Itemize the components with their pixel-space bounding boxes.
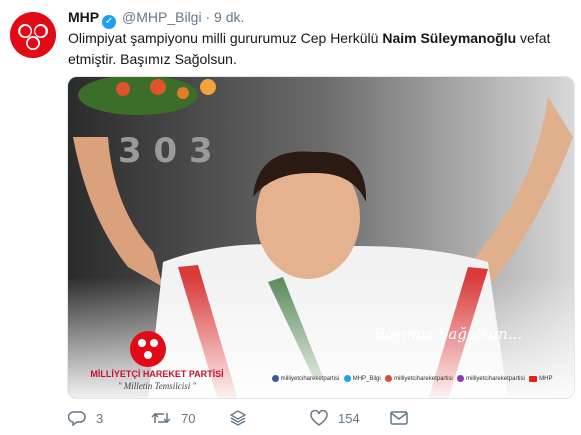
tweet-text: Olimpiyat şampiyonu milli gururumuz Cep …	[68, 28, 568, 70]
retweet-icon	[151, 412, 171, 424]
facebook-icon	[272, 375, 279, 382]
tweet-card[interactable]: MHP ✓ @MHP_Bilgi · 9 dk. Olimpiyat şampiy…	[0, 0, 581, 435]
reply-count: 3	[96, 410, 104, 426]
social-label: milliyetcihareketpartisi	[466, 376, 525, 383]
envelope-icon	[390, 411, 408, 425]
retweet-button[interactable]: 70	[151, 408, 195, 428]
tweet-text-before: Olimpiyat şampiyonu milli gururumuz Cep …	[68, 30, 383, 46]
heart-icon	[310, 410, 328, 426]
social-label: milliyetcihareketpartisi	[394, 376, 453, 383]
like-button[interactable]: 154	[310, 408, 360, 428]
tweet-header: MHP ✓ @MHP_Bilgi · 9 dk.	[68, 8, 244, 29]
mhp-logo-icon	[10, 12, 56, 58]
social-label: MHP_Bilgi	[352, 376, 381, 383]
googleplus-icon	[385, 375, 393, 382]
author-avatar[interactable]	[10, 12, 56, 58]
author-name[interactable]: MHP	[68, 9, 99, 25]
tweet-timestamp[interactable]: 9 dk.	[214, 9, 244, 25]
direct-message-button[interactable]	[390, 408, 418, 428]
party-slogan: " Milletin Temsilcisi "	[117, 381, 197, 391]
reply-button[interactable]: 3	[68, 408, 103, 428]
like-count: 154	[338, 410, 360, 426]
stack-icon	[230, 410, 246, 426]
tweet-media-image[interactable]: 3 0 3 MİLLİYETÇİ HAREKET PARTİSİ " Mille…	[67, 76, 575, 399]
separator-dot: ·	[205, 9, 211, 25]
verified-badge-icon: ✓	[102, 15, 117, 29]
tweet-actions: 3 70 154	[68, 408, 508, 428]
author-handle[interactable]: @MHP_Bilgi	[122, 9, 202, 25]
party-name: MİLLİYETÇİ HAREKET PARTİSİ	[90, 369, 224, 379]
tweet-text-bold: Naim Süleymanoğlu	[382, 30, 517, 46]
handwritten-caption: Başımız Sağolsun...	[374, 325, 523, 343]
social-label: MHP	[539, 376, 553, 383]
scoreboard-digits: 3 0 3	[118, 131, 213, 171]
youtube-icon	[529, 375, 538, 382]
share-stack-button[interactable]	[230, 408, 256, 428]
retweet-count: 70	[181, 410, 196, 426]
social-label: milliyetcihareketpartisi	[280, 376, 340, 383]
instagram-icon	[457, 375, 465, 382]
twitter-icon	[344, 375, 352, 382]
social-links: milliyetcihareketpartisi MHP_Bilgi milli…	[272, 375, 572, 382]
media-illustration: 3 0 3	[68, 77, 574, 398]
reply-icon	[68, 411, 86, 426]
party-logo-icon	[130, 331, 166, 367]
